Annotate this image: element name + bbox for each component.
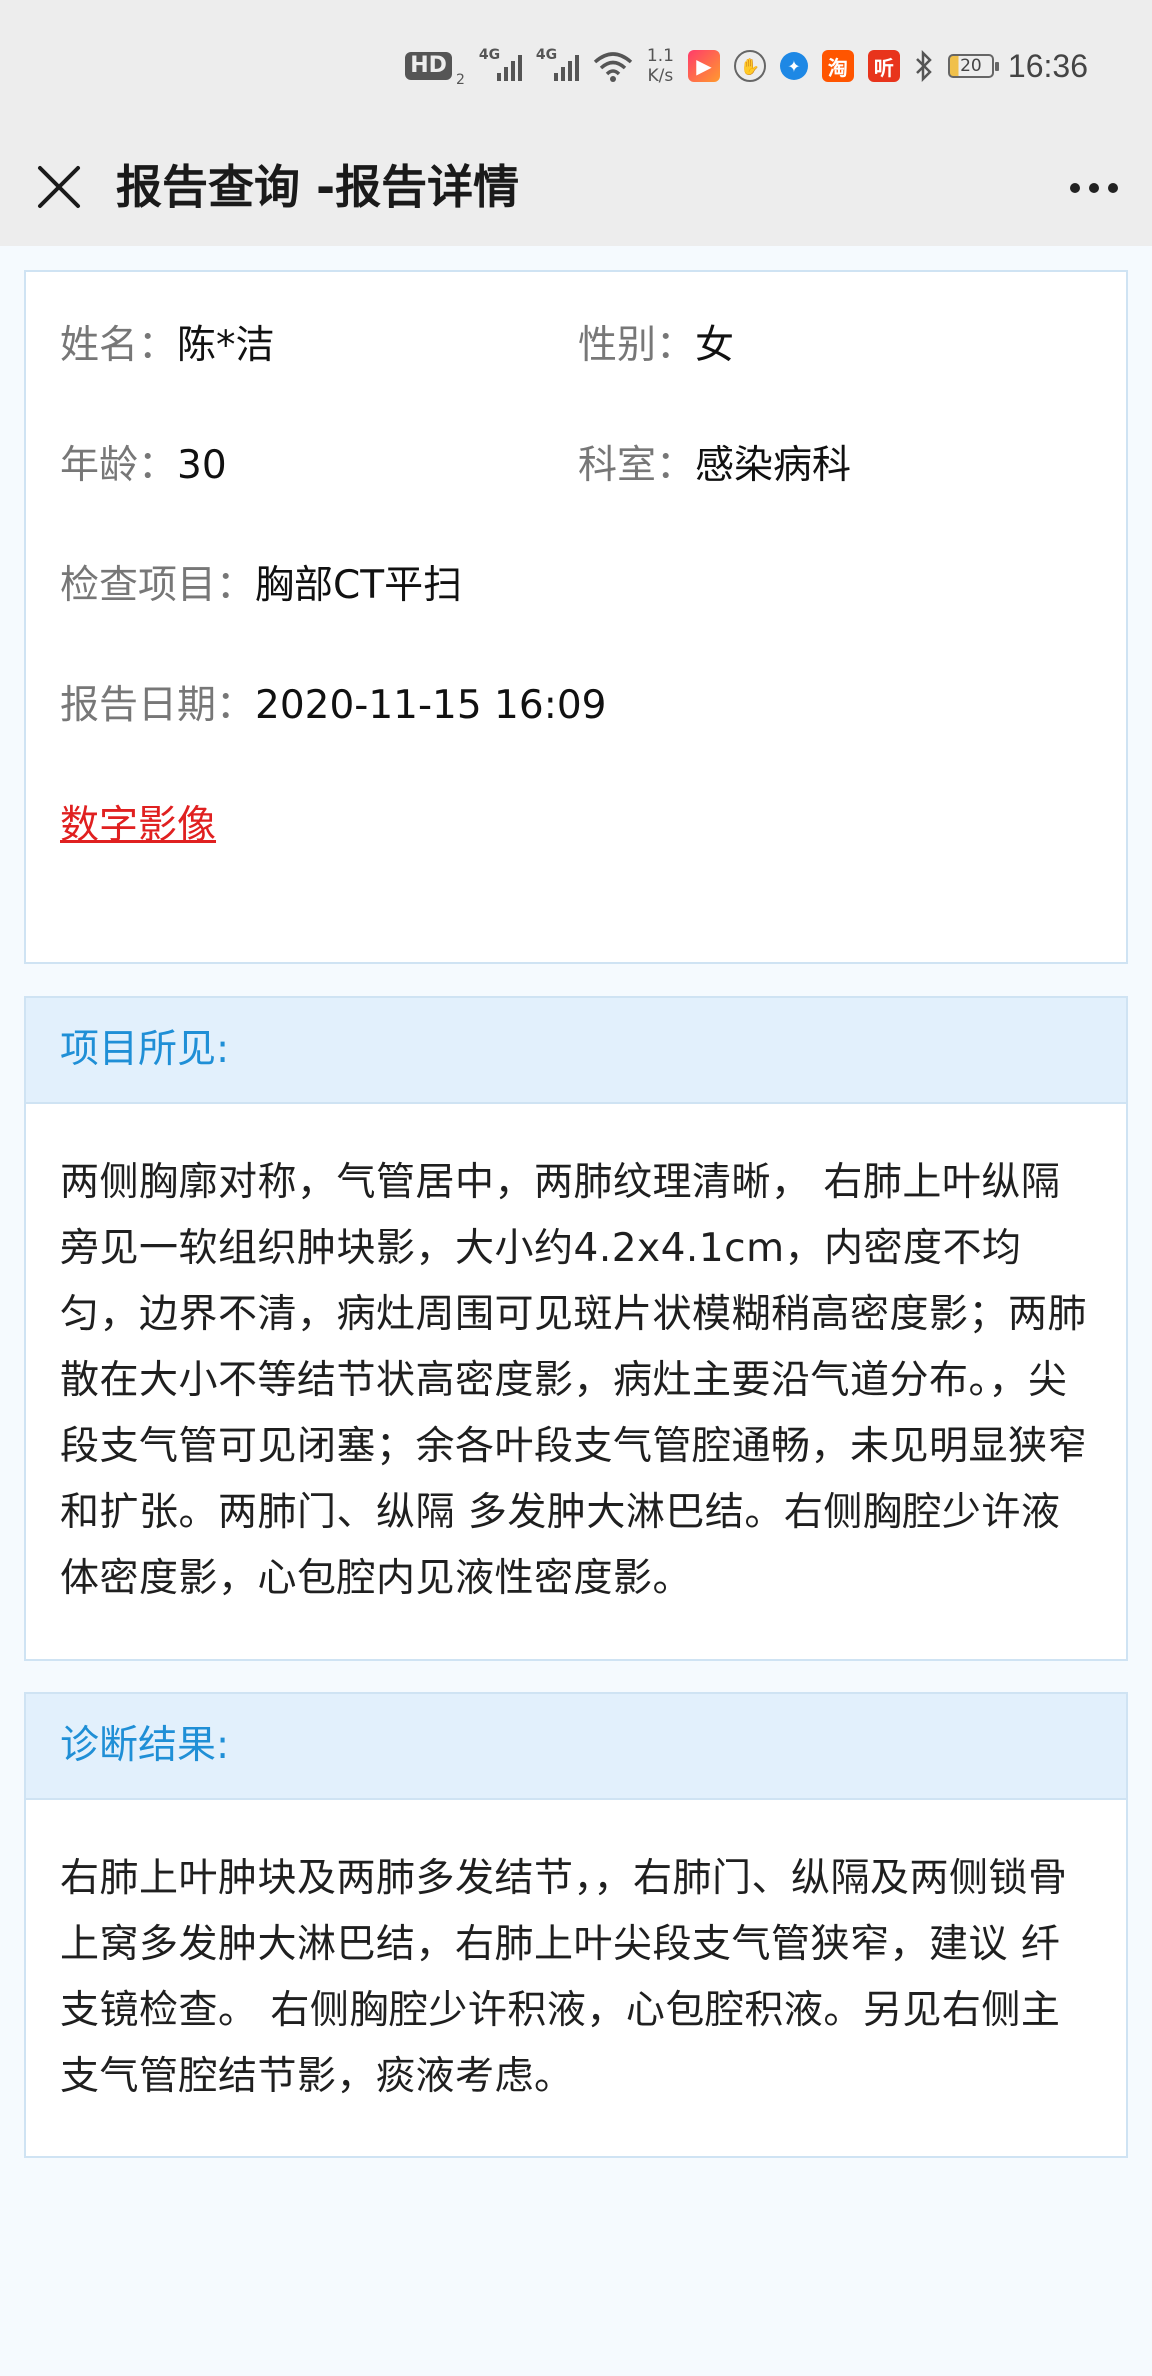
findings-title: 项目所见: — [26, 998, 1126, 1104]
ting-icon: 听 — [867, 50, 900, 82]
diagnosis-text: 右肺上叶肿块及两肺多发结节，，右肺门、纵隔及两侧锁骨上窝多发肿大淋巴结，右肺上叶… — [60, 1856, 1068, 2099]
department-value: 感染病科 — [695, 443, 852, 488]
patient-info-card: 姓名：陈*洁 性别：女 年龄：30 科室：感染病科 检查项目：胸部CT平扫 报告… — [24, 270, 1128, 964]
signal-icon-1: 4G — [479, 47, 522, 81]
name-label: 姓名： — [60, 323, 178, 368]
age-label: 年龄： — [60, 443, 178, 488]
close-icon — [38, 166, 80, 208]
gender-label: 性别： — [578, 323, 696, 368]
department-label: 科室： — [578, 443, 696, 488]
digital-image-link[interactable]: 数字影像 — [60, 803, 216, 848]
department-row: 科室：感染病科 — [578, 436, 851, 496]
hand-icon: ✋ — [733, 50, 766, 82]
close-button[interactable] — [28, 156, 90, 218]
kuaishou-icon: ▶ — [687, 50, 720, 82]
status-bar: HD 2 4G 4G 1.1 K/s ▶ ✋ ✦ 淘 听 20 16:36 — [0, 0, 1152, 130]
age-value: 30 — [177, 443, 227, 488]
battery-icon: 20 — [947, 54, 999, 78]
report-date-row: 报告日期：2020-11-15 16:09 — [60, 676, 606, 736]
bluetooth-icon — [916, 50, 932, 82]
hd-icon: HD — [405, 52, 452, 80]
report-date-value: 2020-11-15 16:09 — [255, 683, 607, 728]
network-speed: 1.1 K/s — [646, 46, 674, 86]
diagnosis-title: 诊断结果: — [26, 1694, 1126, 1800]
wifi-icon — [593, 52, 633, 82]
more-dot-icon — [1108, 183, 1118, 193]
name-value: 陈*洁 — [177, 323, 275, 368]
signal-icon-2: 4G — [536, 47, 579, 81]
digital-image-row: 数字影像 — [60, 796, 216, 856]
gender-value: 女 — [695, 323, 735, 368]
age-row: 年龄：30 — [60, 436, 227, 496]
hd-sub: 2 — [455, 72, 465, 88]
title-bar: 报告查询 -报告详情 — [0, 130, 1152, 246]
more-dot-icon — [1070, 183, 1080, 193]
gender-row: 性别：女 — [578, 316, 734, 376]
blue-app-icon: ✦ — [779, 52, 808, 80]
taobao-icon: 淘 — [821, 50, 854, 82]
status-icons: HD 2 4G 4G 1.1 K/s ▶ ✋ ✦ 淘 听 20 16:36 — [405, 44, 1088, 88]
clock: 16:36 — [1007, 47, 1088, 84]
findings-card: 项目所见: 两侧胸廓对称，气管居中，两肺纹理清晰， 右肺上叶纵隔旁见一软组织肿块… — [24, 996, 1128, 1661]
more-options-button[interactable] — [1062, 160, 1126, 216]
diagnosis-card: 诊断结果: 右肺上叶肿块及两肺多发结节，，右肺门、纵隔及两侧锁骨上窝多发肿大淋巴… — [24, 1692, 1128, 2158]
more-dot-icon — [1089, 183, 1099, 193]
exam-value: 胸部CT平扫 — [255, 563, 463, 608]
report-date-label: 报告日期： — [60, 683, 256, 728]
exam-row: 检查项目：胸部CT平扫 — [60, 556, 462, 616]
name-row: 姓名：陈*洁 — [60, 316, 275, 376]
exam-label: 检查项目： — [60, 563, 256, 608]
page-title: 报告查询 -报告详情 — [116, 160, 520, 214]
findings-text: 两侧胸廓对称，气管居中，两肺纹理清晰， 右肺上叶纵隔旁见一软组织肿块影，大小约4… — [60, 1160, 1088, 1601]
